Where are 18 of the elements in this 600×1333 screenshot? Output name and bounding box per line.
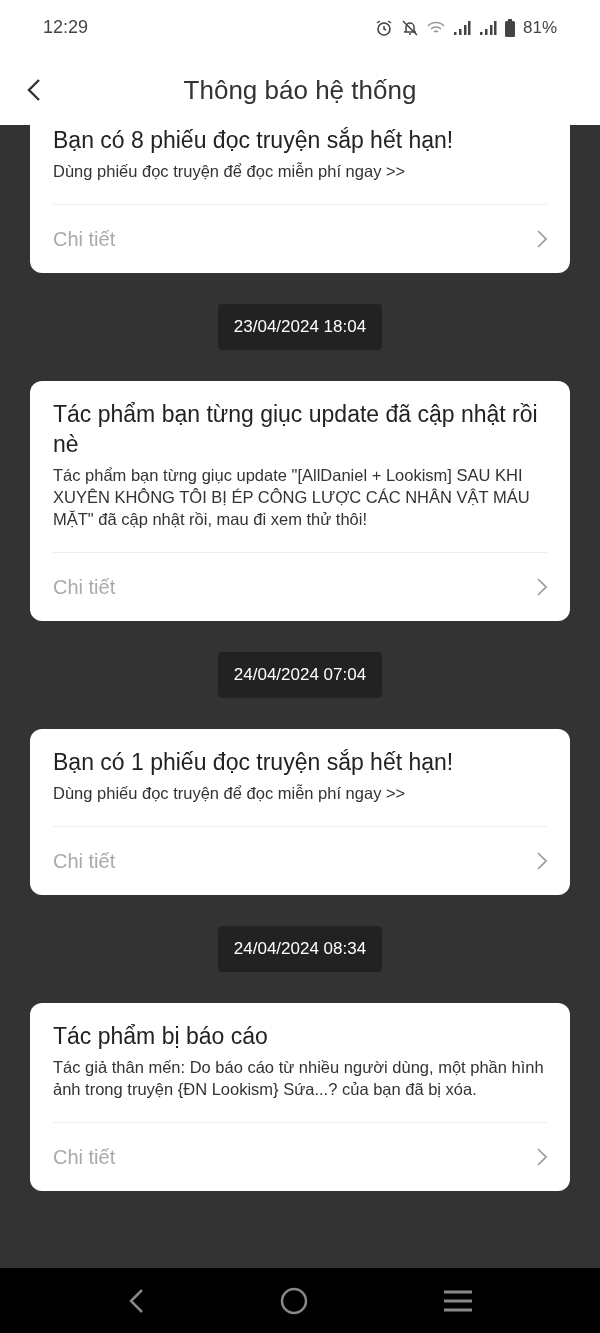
notification-body: Dùng phiếu đọc truyện để đọc miễn phí ngay >> bbox=[53, 783, 407, 804]
notification-body: Dùng phiếu đọc truyện để đọc miễn phí ngay >> bbox=[53, 161, 407, 182]
battery-percentage: 81% bbox=[522, 16, 557, 39]
date-label: 24/04/2024 07:04 bbox=[217, 652, 383, 698]
page-title: Thông báo hệ thống bbox=[183, 73, 417, 107]
notification-title: Bạn có 1 phiếu đọc truyện sắp hết hạn! bbox=[53, 748, 455, 777]
details-link[interactable]: Chi tiết bbox=[53, 572, 116, 602]
details-link[interactable]: Chi tiết bbox=[53, 224, 116, 254]
status-time: 12:29 bbox=[43, 16, 89, 39]
date-label: 24/04/2024 08:34 bbox=[217, 926, 383, 972]
notification-body: Tác phẩm bạn từng giục update "[AllDaniel + Lookism] SAU KHI XUYÊN KHÔNG TÔI BỊ ÉP CÔNG LƯỢC CÁC NHÂN VẬT MÁU MẶT" đã cập nhật rồi, mau đi xem thử thôi! bbox=[53, 465, 531, 530]
notification-title: Tác phẩm bạn từng giục update đã cập nhật rồi nè bbox=[53, 400, 539, 459]
details-link[interactable]: Chi tiết bbox=[53, 1142, 116, 1172]
date-label: 23/04/2024 18:04 bbox=[217, 304, 383, 350]
notification-body: Tác giả thân mến: Do báo cáo từ nhiều người dùng, một phần hình ảnh trong truyện {ĐN Lookism} Sứa...? của bạn đã bị xóa. bbox=[53, 1057, 545, 1100]
details-link[interactable]: Chi tiết bbox=[53, 846, 116, 876]
notification-title: Bạn có 8 phiếu đọc truyện sắp hết hạn! bbox=[53, 126, 455, 155]
notification-title: Tác phẩm bị báo cáo bbox=[53, 1022, 269, 1051]
